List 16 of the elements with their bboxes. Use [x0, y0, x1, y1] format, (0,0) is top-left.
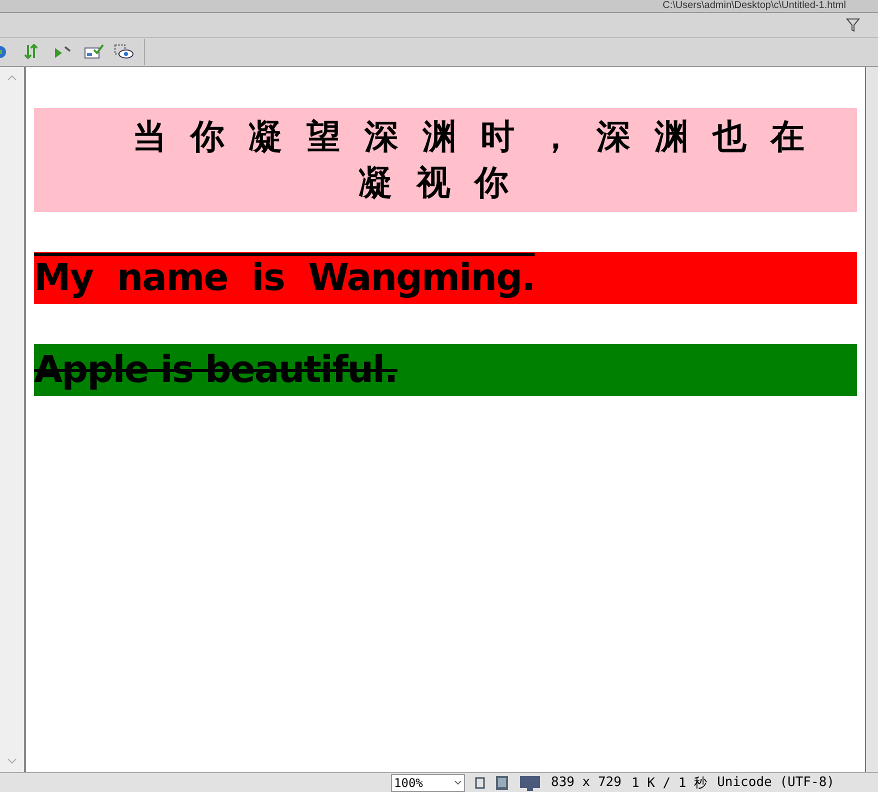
checklist-icon[interactable] [84, 44, 104, 60]
heading-text: 当你凝望深渊时，深渊也在凝视你 [132, 117, 828, 203]
caret-icon[interactable] [454, 780, 462, 786]
download-size: 1 K / 1 秒 [631, 774, 708, 792]
monitor-icon[interactable] [519, 774, 541, 790]
window-size: 839 x 729 [551, 775, 622, 790]
eye-icon[interactable] [114, 44, 134, 60]
phone-icon[interactable] [475, 776, 485, 788]
play-icon[interactable] [54, 44, 72, 60]
tablet-icon[interactable] [495, 774, 509, 790]
zoom-select[interactable]: 100% [391, 774, 465, 792]
encoding: Unicode (UTF-8) [717, 775, 834, 790]
heading-text: Apple is beautiful. [34, 348, 398, 391]
heading-text: My name is Wangming. [34, 256, 535, 299]
file-path: C:\Users\admin\Desktop\c\Untitled-1.html [662, 0, 846, 12]
filter-icon[interactable] [846, 18, 860, 32]
